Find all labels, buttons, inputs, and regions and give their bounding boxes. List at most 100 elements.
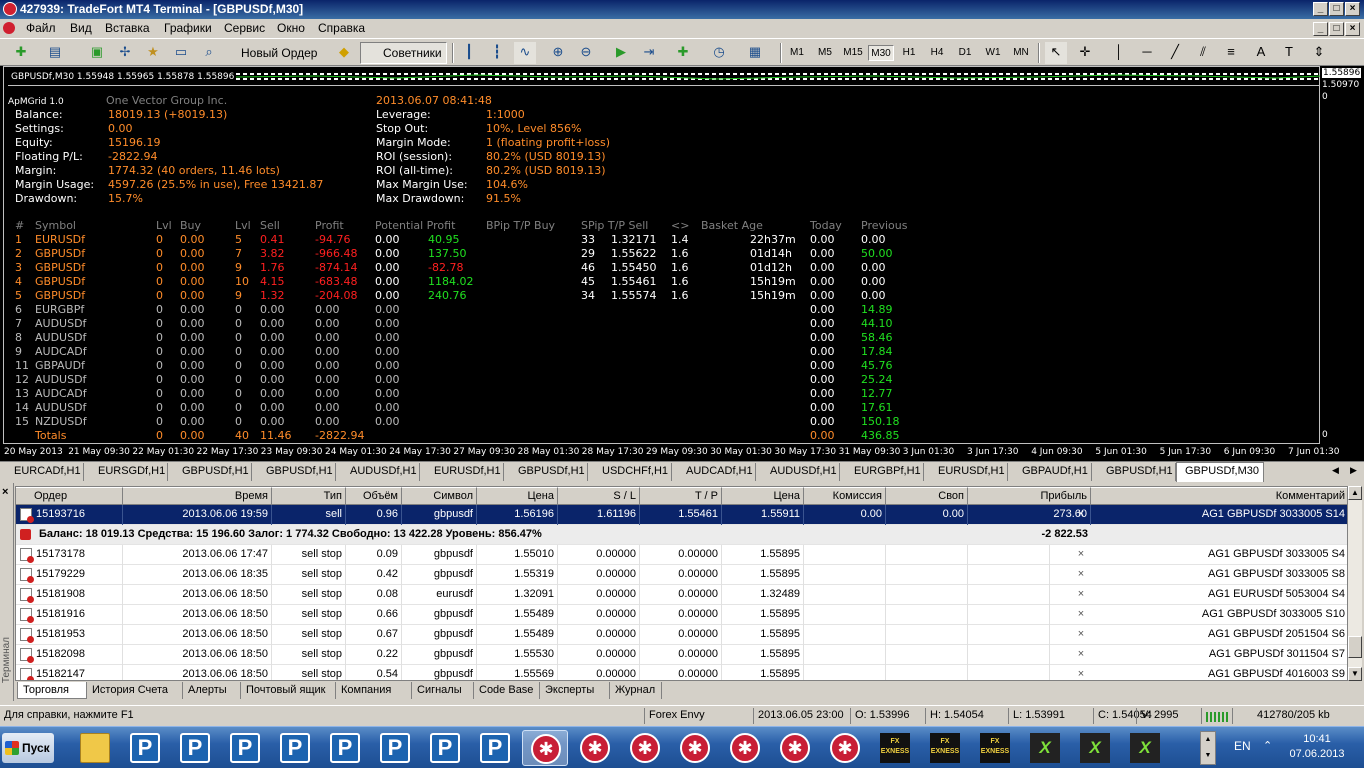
terminal-tab[interactable]: Торговля bbox=[17, 682, 87, 699]
text-tool-icon[interactable]: A bbox=[1250, 42, 1272, 64]
fibonacci-icon[interactable]: ≡ bbox=[1220, 42, 1242, 64]
data-window-icon[interactable]: ✢ bbox=[114, 42, 136, 64]
maximize-button[interactable]: □ bbox=[1329, 2, 1344, 16]
close-order-icon[interactable]: × bbox=[1072, 605, 1090, 625]
taskbar-button[interactable]: P bbox=[222, 730, 268, 766]
chart-tab[interactable]: GBPUSDf,H1 bbox=[168, 463, 252, 481]
horizontal-line-icon[interactable]: ─ bbox=[1136, 42, 1158, 64]
column-header[interactable]: S / L bbox=[558, 487, 640, 505]
tray-expand-icon[interactable]: ⌃ bbox=[1263, 739, 1272, 752]
chart-tab[interactable]: AUDUSDf,H1 bbox=[336, 463, 420, 481]
menu-charts[interactable]: Графики bbox=[164, 21, 212, 35]
timeframe-mn[interactable]: MN bbox=[1008, 45, 1034, 61]
terminal-tab[interactable]: Эксперты bbox=[540, 682, 610, 699]
chart-tab[interactable]: GBPUSDf,M30 bbox=[1176, 462, 1264, 482]
taskbar-button[interactable]: P bbox=[322, 730, 368, 766]
taskbar-button[interactable]: ✱ bbox=[822, 730, 868, 766]
column-header[interactable]: Объём bbox=[346, 487, 402, 505]
column-header[interactable]: Время bbox=[123, 487, 272, 505]
periods-icon[interactable]: ◷ bbox=[708, 42, 730, 64]
column-header[interactable]: Комментарий bbox=[1091, 487, 1347, 505]
new-order-button[interactable]: Новый Ордер bbox=[236, 42, 322, 64]
close-order-icon[interactable]: × bbox=[1072, 565, 1090, 585]
indicators-icon[interactable]: ✚ bbox=[672, 42, 694, 64]
child-minimize-button[interactable]: _ bbox=[1313, 22, 1328, 36]
chart-tab[interactable]: EURCADf,H1 bbox=[0, 463, 84, 481]
close-order-icon[interactable]: × bbox=[1072, 645, 1090, 665]
close-button[interactable]: × bbox=[1345, 2, 1360, 16]
terminal-tab[interactable]: Почтовый ящик bbox=[241, 682, 336, 699]
column-header[interactable]: T / P bbox=[640, 487, 722, 505]
taskbar-button[interactable]: ✱ bbox=[572, 730, 618, 766]
terminal-tab[interactable]: Журнал bbox=[610, 682, 662, 699]
terminal-tab[interactable]: Code Base bbox=[474, 682, 540, 699]
menu-file[interactable]: Файл bbox=[26, 21, 56, 35]
taskbar-button[interactable]: P bbox=[172, 730, 218, 766]
orders-scrollbar[interactable]: ▲ ▼ bbox=[1348, 486, 1362, 681]
taskbar-button[interactable]: P bbox=[122, 730, 168, 766]
timeframe-d1[interactable]: D1 bbox=[952, 45, 978, 61]
menu-help[interactable]: Справка bbox=[318, 21, 365, 35]
scroll-up-icon[interactable]: ▲ bbox=[1348, 486, 1362, 500]
cursor-icon[interactable]: ↖ bbox=[1045, 42, 1067, 64]
navigator-icon[interactable]: ★ bbox=[142, 42, 164, 64]
tab-scroll-left-icon[interactable]: ◀ bbox=[1332, 465, 1339, 476]
timeframe-w1[interactable]: W1 bbox=[980, 45, 1006, 61]
close-order-icon[interactable]: × bbox=[1072, 545, 1090, 565]
chart-tab[interactable]: GBPUSDf,H1 bbox=[504, 463, 588, 481]
close-order-icon[interactable]: × bbox=[1072, 505, 1090, 525]
taskbar-button[interactable]: P bbox=[472, 730, 518, 766]
column-header[interactable]: Цена bbox=[477, 487, 558, 505]
chart-tab[interactable]: USDCHFf,H1 bbox=[588, 463, 672, 481]
close-order-icon[interactable]: × bbox=[1072, 625, 1090, 645]
terminal-tab[interactable]: Алерты bbox=[183, 682, 241, 699]
column-header[interactable]: Цена bbox=[722, 487, 804, 505]
child-close-button[interactable]: × bbox=[1345, 22, 1360, 36]
chart-tab[interactable]: GBPAUDf,H1 bbox=[1008, 463, 1092, 481]
line-chart-icon[interactable]: ∿ bbox=[514, 42, 536, 64]
bar-chart-icon[interactable]: ┃ bbox=[458, 42, 480, 64]
column-header[interactable]: Тип bbox=[272, 487, 346, 505]
minimize-button[interactable]: _ bbox=[1313, 2, 1328, 16]
timeframe-m5[interactable]: M5 bbox=[812, 45, 838, 61]
order-row[interactable]: 15181908 2013.06.06 18:50 sell stop 0.08 eur… bbox=[16, 585, 1347, 605]
chart-tab[interactable]: AUDUSDf,H1 bbox=[756, 463, 840, 481]
taskbar-button[interactable]: ✱ bbox=[522, 730, 568, 766]
chart-window[interactable]: GBPUSDf,M30 1.55948 1.55965 1.55878 1.55… bbox=[0, 66, 1364, 461]
templates-icon[interactable]: ▦ bbox=[744, 42, 766, 64]
column-header[interactable]: Комиссия bbox=[804, 487, 886, 505]
taskbar-button[interactable]: X bbox=[1072, 730, 1118, 766]
timeframe-h4[interactable]: H4 bbox=[924, 45, 950, 61]
tab-scroll-right-icon[interactable]: ▶ bbox=[1350, 465, 1357, 476]
order-row-selected[interactable]: 15193716 2013.06.06 19:59 sell 0.96 gbpusdf 1… bbox=[16, 505, 1347, 525]
taskbar-button[interactable]: P bbox=[272, 730, 318, 766]
chart-tab[interactable]: AUDCADf,H1 bbox=[672, 463, 756, 481]
chart-tab[interactable]: EURSGDf,H1 bbox=[84, 463, 168, 481]
start-button[interactable]: Пуск bbox=[2, 733, 54, 763]
terminal-tab[interactable]: Компания bbox=[336, 682, 412, 699]
order-row[interactable]: 15173178 2013.06.06 17:47 sell stop 0.09 gbp… bbox=[16, 545, 1347, 565]
taskbar-button[interactable]: P bbox=[422, 730, 468, 766]
crosshair-icon[interactable]: ✛ bbox=[1074, 42, 1096, 64]
vertical-line-icon[interactable]: │ bbox=[1108, 42, 1130, 64]
column-header[interactable]: Символ bbox=[402, 487, 477, 505]
menu-insert[interactable]: Вставка bbox=[105, 21, 150, 35]
terminal-tab[interactable]: История Счета bbox=[87, 682, 183, 699]
close-order-icon[interactable]: × bbox=[1072, 585, 1090, 605]
chart-tab[interactable]: GBPUSDf,H1 bbox=[252, 463, 336, 481]
menu-window[interactable]: Окно bbox=[277, 21, 305, 35]
taskbar-button[interactable]: X bbox=[1022, 730, 1068, 766]
menu-tools[interactable]: Сервис bbox=[224, 21, 265, 35]
order-row[interactable]: 15181953 2013.06.06 18:50 sell stop 0.67 gbp… bbox=[16, 625, 1347, 645]
timeframe-m1[interactable]: M1 bbox=[784, 45, 810, 61]
zoom-out-icon[interactable]: ⊖ bbox=[575, 42, 597, 64]
taskbar-button[interactable]: ✱ bbox=[722, 730, 768, 766]
order-row[interactable]: 15182147 2013.06.06 18:50 sell stop 0.54 gbp… bbox=[16, 665, 1347, 680]
chart-tab[interactable]: EURGBPf,H1 bbox=[840, 463, 924, 481]
timeframe-m30[interactable]: M30 bbox=[868, 45, 894, 61]
taskbar-button[interactable]: FX EXNESS bbox=[922, 730, 968, 766]
scroll-thumb[interactable] bbox=[1348, 636, 1362, 658]
candlestick-icon[interactable]: ┇ bbox=[486, 42, 508, 64]
clock[interactable]: 10:41 07.06.2013 bbox=[1278, 732, 1356, 762]
chart-shift-icon[interactable]: ⇥ bbox=[638, 42, 660, 64]
